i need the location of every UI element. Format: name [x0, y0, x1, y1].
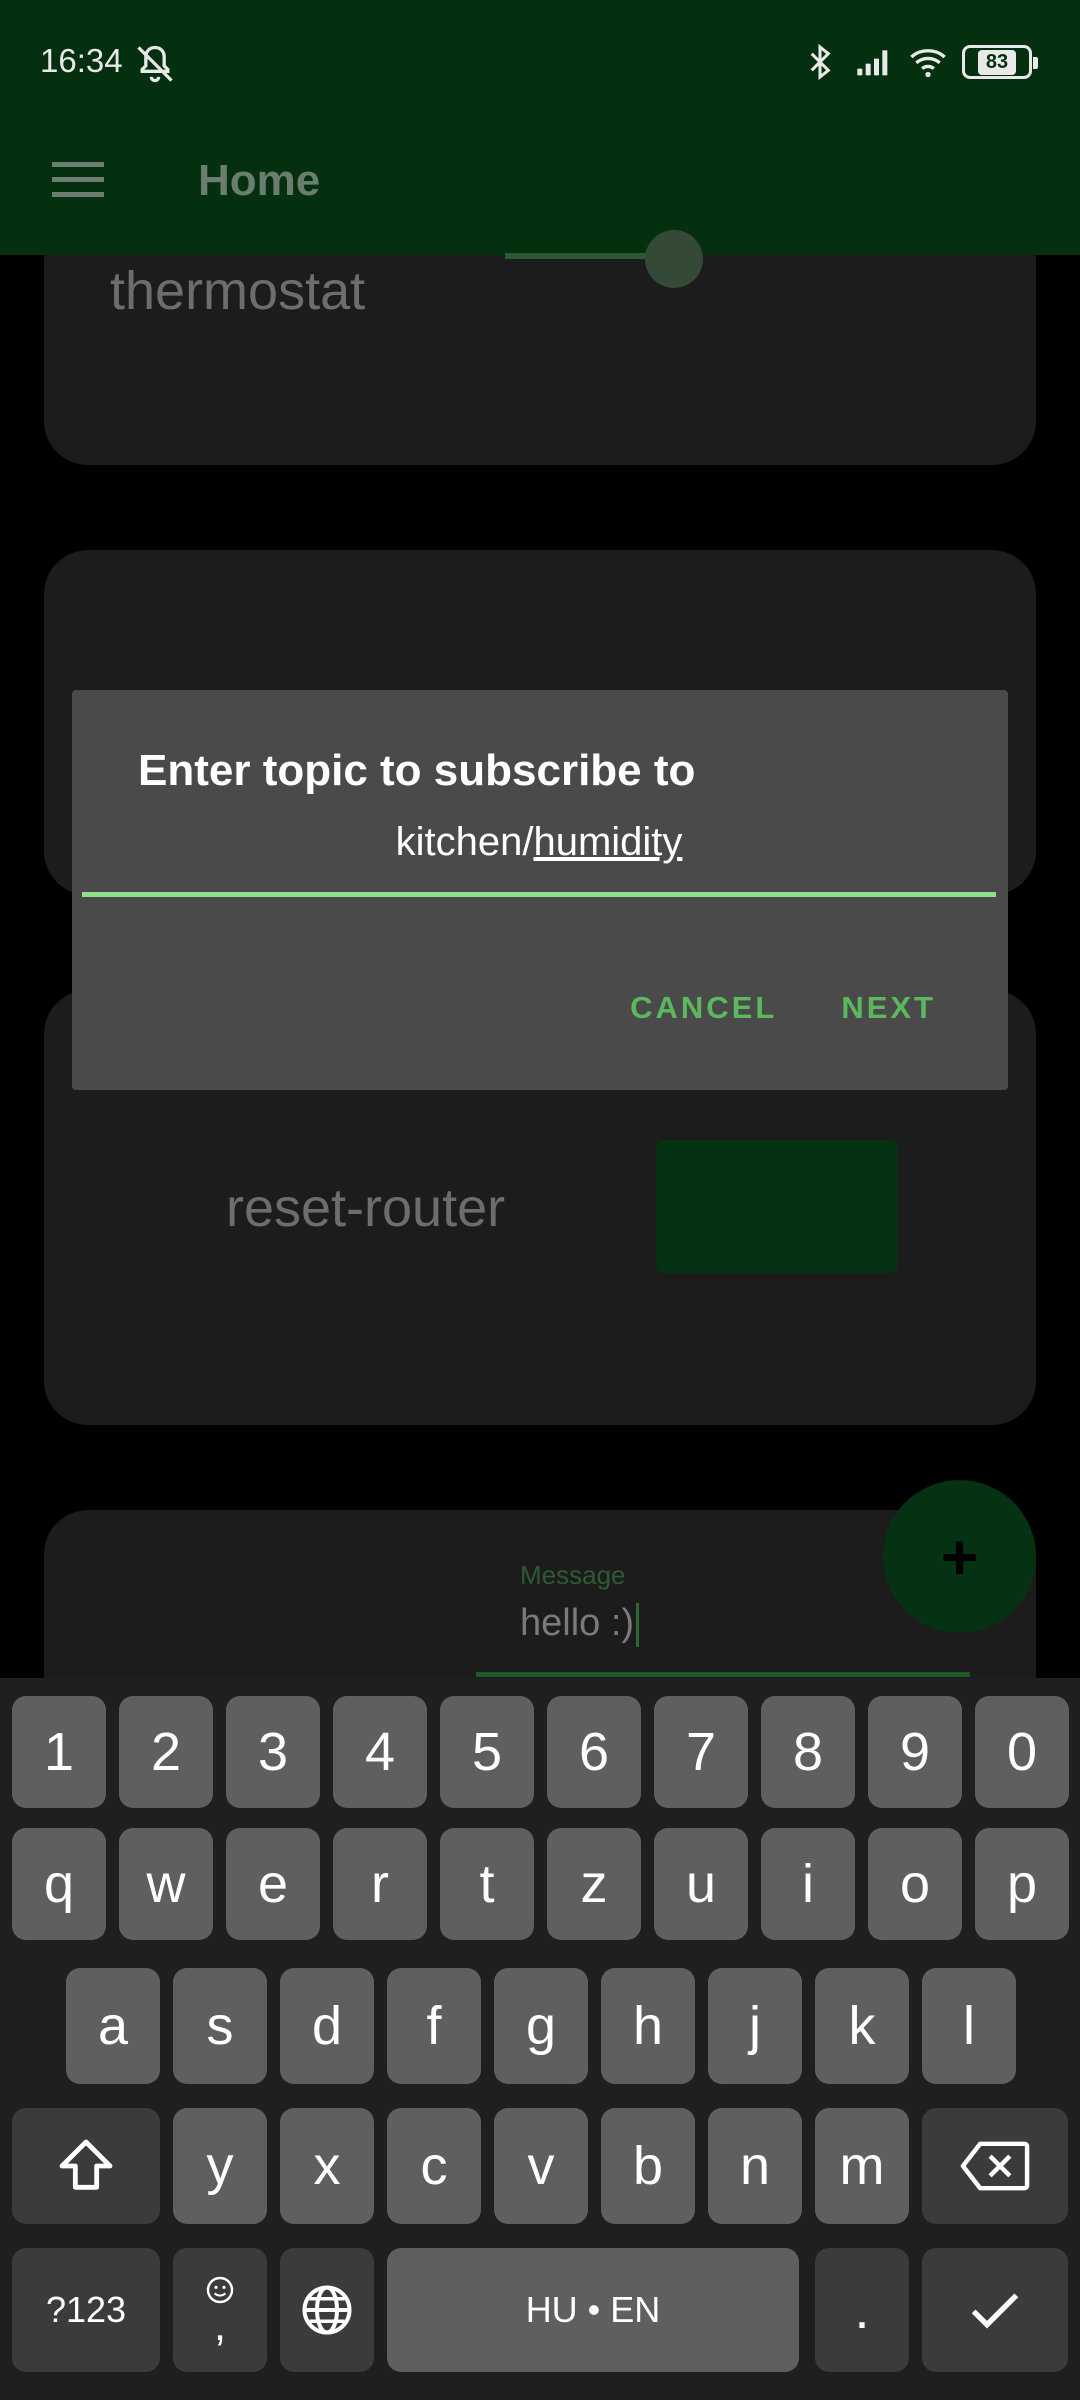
- key-y[interactable]: y: [173, 2108, 267, 2224]
- key-d[interactable]: d: [280, 1968, 374, 2084]
- key-z[interactable]: z: [547, 1828, 641, 1940]
- key-7[interactable]: 7: [654, 1696, 748, 1808]
- subscribe-dialog: Enter topic to subscribe to kitchen/humi…: [72, 690, 1008, 1090]
- key-6[interactable]: 6: [547, 1696, 641, 1808]
- key-9[interactable]: 9: [868, 1696, 962, 1808]
- hamburger-menu-icon[interactable]: [52, 162, 104, 198]
- battery-icon: 83: [962, 45, 1038, 79]
- wifi-icon: [910, 49, 946, 78]
- key-l[interactable]: l: [922, 1968, 1016, 2084]
- cell-signal-icon: [857, 50, 888, 76]
- checkmark-icon: [971, 2293, 1019, 2329]
- key-f[interactable]: f: [387, 1968, 481, 2084]
- comma-label: ,: [213, 2301, 227, 2350]
- period-key[interactable]: .: [815, 2248, 909, 2372]
- dialog-actions: CANCEL NEXT: [630, 990, 936, 1026]
- soft-keyboard: 1 2 3 4 5 6 7 8 9 0 q w e r t z u i o p …: [0, 1678, 1080, 2400]
- topic-input-prefix: kitchen/: [395, 820, 534, 864]
- cancel-button[interactable]: CANCEL: [630, 990, 777, 1026]
- space-key[interactable]: HU • EN: [387, 2248, 799, 2372]
- key-u[interactable]: u: [654, 1828, 748, 1940]
- key-h[interactable]: h: [601, 1968, 695, 2084]
- topic-input-composing: humidity: [533, 820, 683, 864]
- thermostat-slider-thumb[interactable]: [645, 230, 703, 288]
- backspace-icon: [960, 2141, 1030, 2191]
- key-g[interactable]: g: [494, 1968, 588, 2084]
- key-i[interactable]: i: [761, 1828, 855, 1940]
- next-button[interactable]: NEXT: [841, 990, 936, 1026]
- key-e[interactable]: e: [226, 1828, 320, 1940]
- key-s[interactable]: s: [173, 1968, 267, 2084]
- reset-router-button[interactable]: [656, 1140, 898, 1273]
- key-a[interactable]: a: [66, 1968, 160, 2084]
- battery-level: 83: [977, 49, 1017, 75]
- key-0[interactable]: 0: [975, 1696, 1069, 1808]
- message-field-label: Message: [520, 1560, 626, 1590]
- key-8[interactable]: 8: [761, 1696, 855, 1808]
- symbols-key[interactable]: ?123: [12, 2248, 160, 2372]
- bell-muted-icon: [137, 45, 173, 83]
- key-q[interactable]: q: [12, 1828, 106, 1940]
- add-button[interactable]: +: [883, 1480, 1036, 1633]
- status-indicators: 83: [800, 40, 1038, 84]
- globe-icon: [302, 2285, 352, 2335]
- language-key[interactable]: [280, 2248, 374, 2372]
- message-value: hello :): [520, 1602, 635, 1644]
- key-r[interactable]: r: [333, 1828, 427, 1940]
- message-input-underline: [476, 1672, 970, 1677]
- reset-router-label: reset-router: [226, 1178, 506, 1238]
- topic-input-underline: [82, 892, 996, 897]
- key-j[interactable]: j: [708, 1968, 802, 2084]
- bluetooth-icon: [810, 43, 831, 81]
- dialog-title: Enter topic to subscribe to: [138, 746, 696, 795]
- shift-key[interactable]: [12, 2108, 160, 2224]
- message-input[interactable]: hello :): [520, 1602, 640, 1647]
- key-t[interactable]: t: [440, 1828, 534, 1940]
- key-4[interactable]: 4: [333, 1696, 427, 1808]
- key-m[interactable]: m: [815, 2108, 909, 2224]
- shift-icon: [59, 2139, 113, 2190]
- key-o[interactable]: o: [868, 1828, 962, 1940]
- key-n[interactable]: n: [708, 2108, 802, 2224]
- plus-icon: +: [940, 1520, 979, 1593]
- topic-input[interactable]: kitchen/humidity: [82, 820, 996, 888]
- backspace-key[interactable]: [922, 2108, 1068, 2224]
- key-k[interactable]: k: [815, 1968, 909, 2084]
- key-5[interactable]: 5: [440, 1696, 534, 1808]
- key-v[interactable]: v: [494, 2108, 588, 2224]
- text-cursor: [636, 1602, 640, 1647]
- enter-key[interactable]: [922, 2248, 1068, 2372]
- emoji-comma-key[interactable]: ,: [173, 2248, 267, 2372]
- status-time: 16:34: [40, 42, 123, 79]
- key-3[interactable]: 3: [226, 1696, 320, 1808]
- key-2[interactable]: 2: [119, 1696, 213, 1808]
- key-b[interactable]: b: [601, 2108, 695, 2224]
- key-1[interactable]: 1: [12, 1696, 106, 1808]
- app-top-bar: 16:34 83 Home: [0, 0, 1080, 255]
- key-p[interactable]: p: [975, 1828, 1069, 1940]
- key-w[interactable]: w: [119, 1828, 213, 1940]
- thermostat-label: thermostat: [110, 261, 366, 321]
- key-c[interactable]: c: [387, 2108, 481, 2224]
- page-title: Home: [198, 156, 321, 205]
- key-x[interactable]: x: [280, 2108, 374, 2224]
